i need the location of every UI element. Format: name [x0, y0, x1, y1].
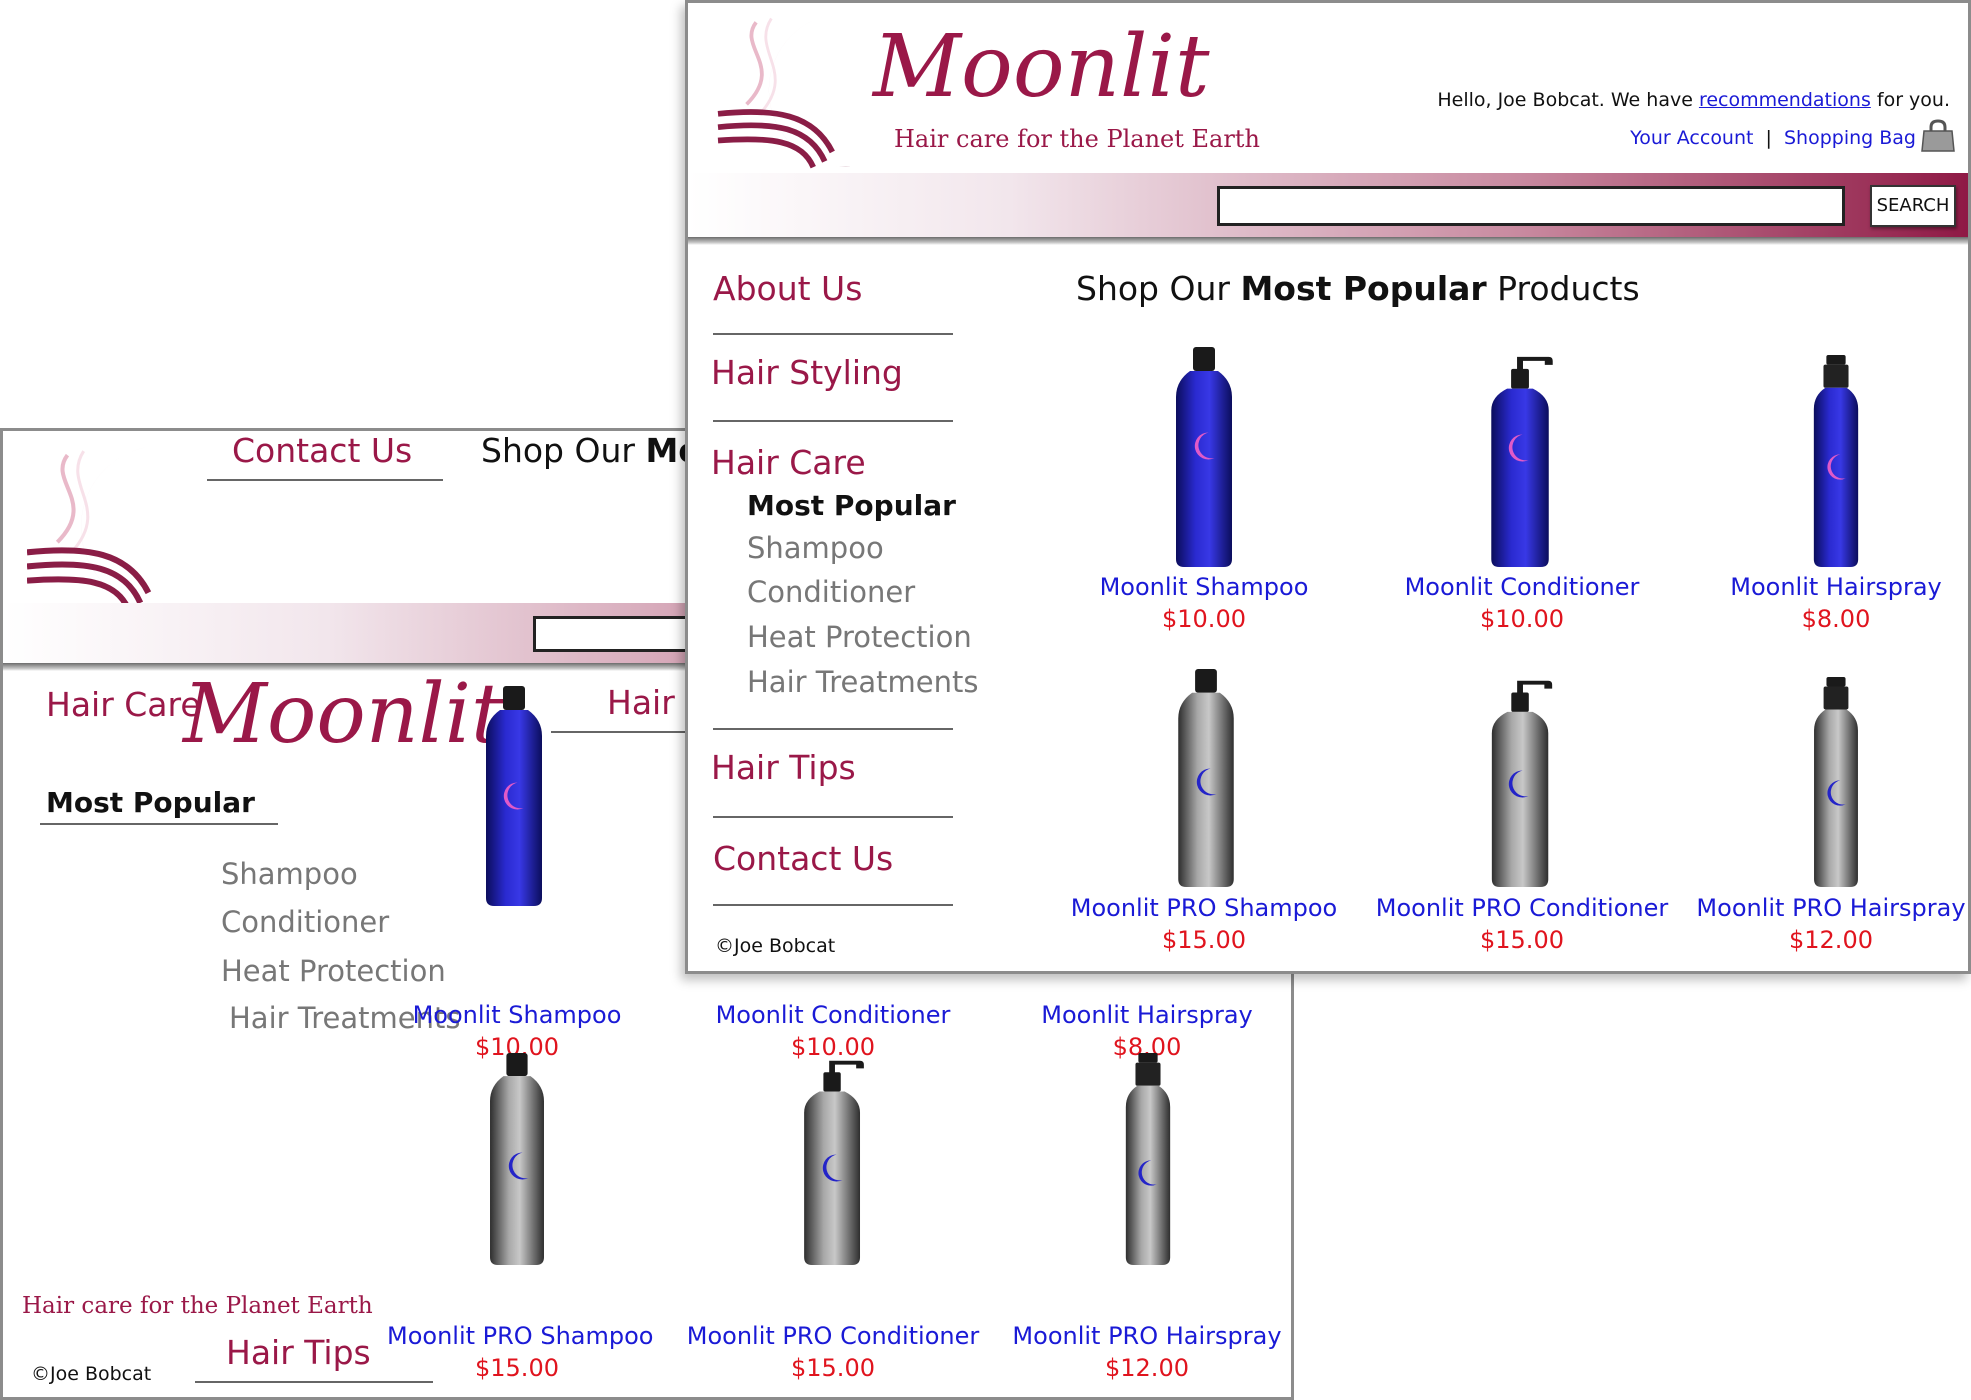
product-price: $12.00: [1789, 926, 1873, 954]
sidebar-sub-heat-protection[interactable]: Heat Protection: [747, 620, 972, 654]
search-button[interactable]: SEARCH: [1870, 185, 1956, 227]
logo-wordmark: Moonlit: [183, 667, 504, 762]
nav-most-popular[interactable]: Most Popular: [46, 786, 255, 819]
product-name[interactable]: Moonlit PRO Shampoo: [1064, 894, 1344, 922]
product-name[interactable]: Moonlit Shampoo: [397, 1001, 637, 1029]
heading-suffix: Products: [1486, 269, 1640, 308]
moon-mark-icon: [1822, 453, 1850, 481]
product-price: $8.00: [1801, 605, 1871, 633]
heading-prefix: Shop Our: [1076, 269, 1241, 308]
your-account-link[interactable]: Your Account: [1630, 127, 1753, 149]
recommendations-link[interactable]: recommendations: [1699, 89, 1871, 111]
nav-divider: [195, 1381, 433, 1383]
sidebar-sub-conditioner[interactable]: Conditioner: [747, 575, 915, 609]
shopping-bag-link[interactable]: Shopping Bag: [1784, 127, 1916, 149]
sidebar-sub-shampoo[interactable]: Shampoo: [747, 531, 884, 565]
nav-hair-tips[interactable]: Hair Tips: [226, 1333, 371, 1372]
product-price: $10.00: [1162, 605, 1246, 633]
tagline: Hair care for the Planet Earth: [894, 125, 1260, 153]
greeting-prefix: Hello, Joe Bobcat. We have: [1437, 89, 1699, 111]
nav-sub-shampoo[interactable]: Shampoo: [221, 857, 358, 891]
sidebar-sub-most-popular[interactable]: Most Popular: [747, 489, 956, 522]
nav-divider: [713, 816, 953, 818]
shopping-bag-icon[interactable]: [1920, 119, 1956, 153]
sidebar-item-contact-us[interactable]: Contact Us: [713, 839, 893, 878]
product-price: $15.00: [1162, 926, 1246, 954]
moon-mark-icon: [1822, 779, 1850, 807]
product-name[interactable]: Moonlit Shampoo: [1084, 573, 1324, 601]
product-name[interactable]: Moonlit PRO Shampoo: [387, 1322, 653, 1350]
link-separator: |: [1765, 127, 1772, 149]
tagline: Hair care for the Planet Earth: [22, 1293, 373, 1319]
product-name[interactable]: Moonlit Conditioner: [703, 1001, 963, 1029]
copyright: ©Joe Bobcat: [715, 935, 836, 957]
heading-prefix: Shop Our: [481, 431, 646, 470]
nav-divider: [713, 728, 953, 730]
nav-sub-conditioner[interactable]: Conditioner: [221, 905, 389, 939]
product-price: $12.00: [1105, 1354, 1189, 1382]
header-divider: [688, 237, 1968, 245]
product-name[interactable]: Moonlit PRO Conditioner: [683, 1322, 983, 1350]
search-input[interactable]: [1217, 186, 1845, 226]
nav-divider: [713, 420, 953, 422]
product-price: $15.00: [475, 1354, 559, 1382]
product-price: $15.00: [1480, 926, 1564, 954]
sidebar-item-hair-styling[interactable]: Hair Styling: [711, 353, 903, 392]
nav-divider: [713, 904, 953, 906]
moon-mark-icon: [1191, 767, 1221, 797]
front-window: Moonlit Hair care for the Planet Earth H…: [685, 0, 1971, 974]
product-name[interactable]: Moonlit PRO Hairspray: [1007, 1322, 1287, 1350]
greeting-suffix: for you.: [1870, 89, 1950, 111]
moon-logo-icon: [27, 441, 199, 613]
moon-mark-icon: [1189, 431, 1219, 461]
moon-mark-icon: [1503, 433, 1533, 463]
page-heading: Shop Our Most Popular Products: [1076, 269, 1640, 308]
copyright: ©Joe Bobcat: [31, 1363, 152, 1385]
product-name[interactable]: Moonlit Hairspray: [1716, 573, 1956, 601]
moon-mark-icon: [503, 1151, 533, 1181]
nav-divider: [40, 823, 278, 825]
heading-bold: Most Popular: [1240, 269, 1487, 308]
moon-mark-icon: [1503, 769, 1533, 799]
account-links: Your Account | Shopping Bag: [1630, 127, 1916, 149]
product-name[interactable]: Moonlit PRO Hairspray: [1696, 894, 1966, 922]
product-name[interactable]: Moonlit Conditioner: [1387, 573, 1657, 601]
nav-hair-care[interactable]: Hair Care: [46, 685, 201, 724]
nav-sub-heat-protection[interactable]: Heat Protection: [221, 954, 446, 988]
product-price: $10.00: [1480, 605, 1564, 633]
nav-divider: [713, 333, 953, 335]
product-name[interactable]: Moonlit Hairspray: [1027, 1001, 1267, 1029]
logo-wordmark: Moonlit: [873, 17, 1210, 117]
product-name[interactable]: Moonlit PRO Conditioner: [1372, 894, 1672, 922]
moon-mark-icon: [1133, 1159, 1161, 1187]
sidebar-item-hair-care[interactable]: Hair Care: [711, 443, 866, 482]
sidebar-sub-hair-treatments[interactable]: Hair Treatments: [747, 665, 978, 699]
product-price: $15.00: [791, 1354, 875, 1382]
greeting: Hello, Joe Bobcat. We have recommendatio…: [1437, 89, 1950, 111]
moon-logo-icon: [713, 9, 885, 171]
sidebar-item-hair-tips[interactable]: Hair Tips: [711, 748, 856, 787]
moon-mark-icon: [498, 781, 528, 811]
moon-mark-icon: [817, 1153, 847, 1183]
sidebar-item-about-us[interactable]: About Us: [713, 269, 862, 308]
nav-divider: [207, 479, 443, 481]
nav-contact-us[interactable]: Contact Us: [232, 431, 412, 470]
nav-divider: [551, 731, 701, 733]
